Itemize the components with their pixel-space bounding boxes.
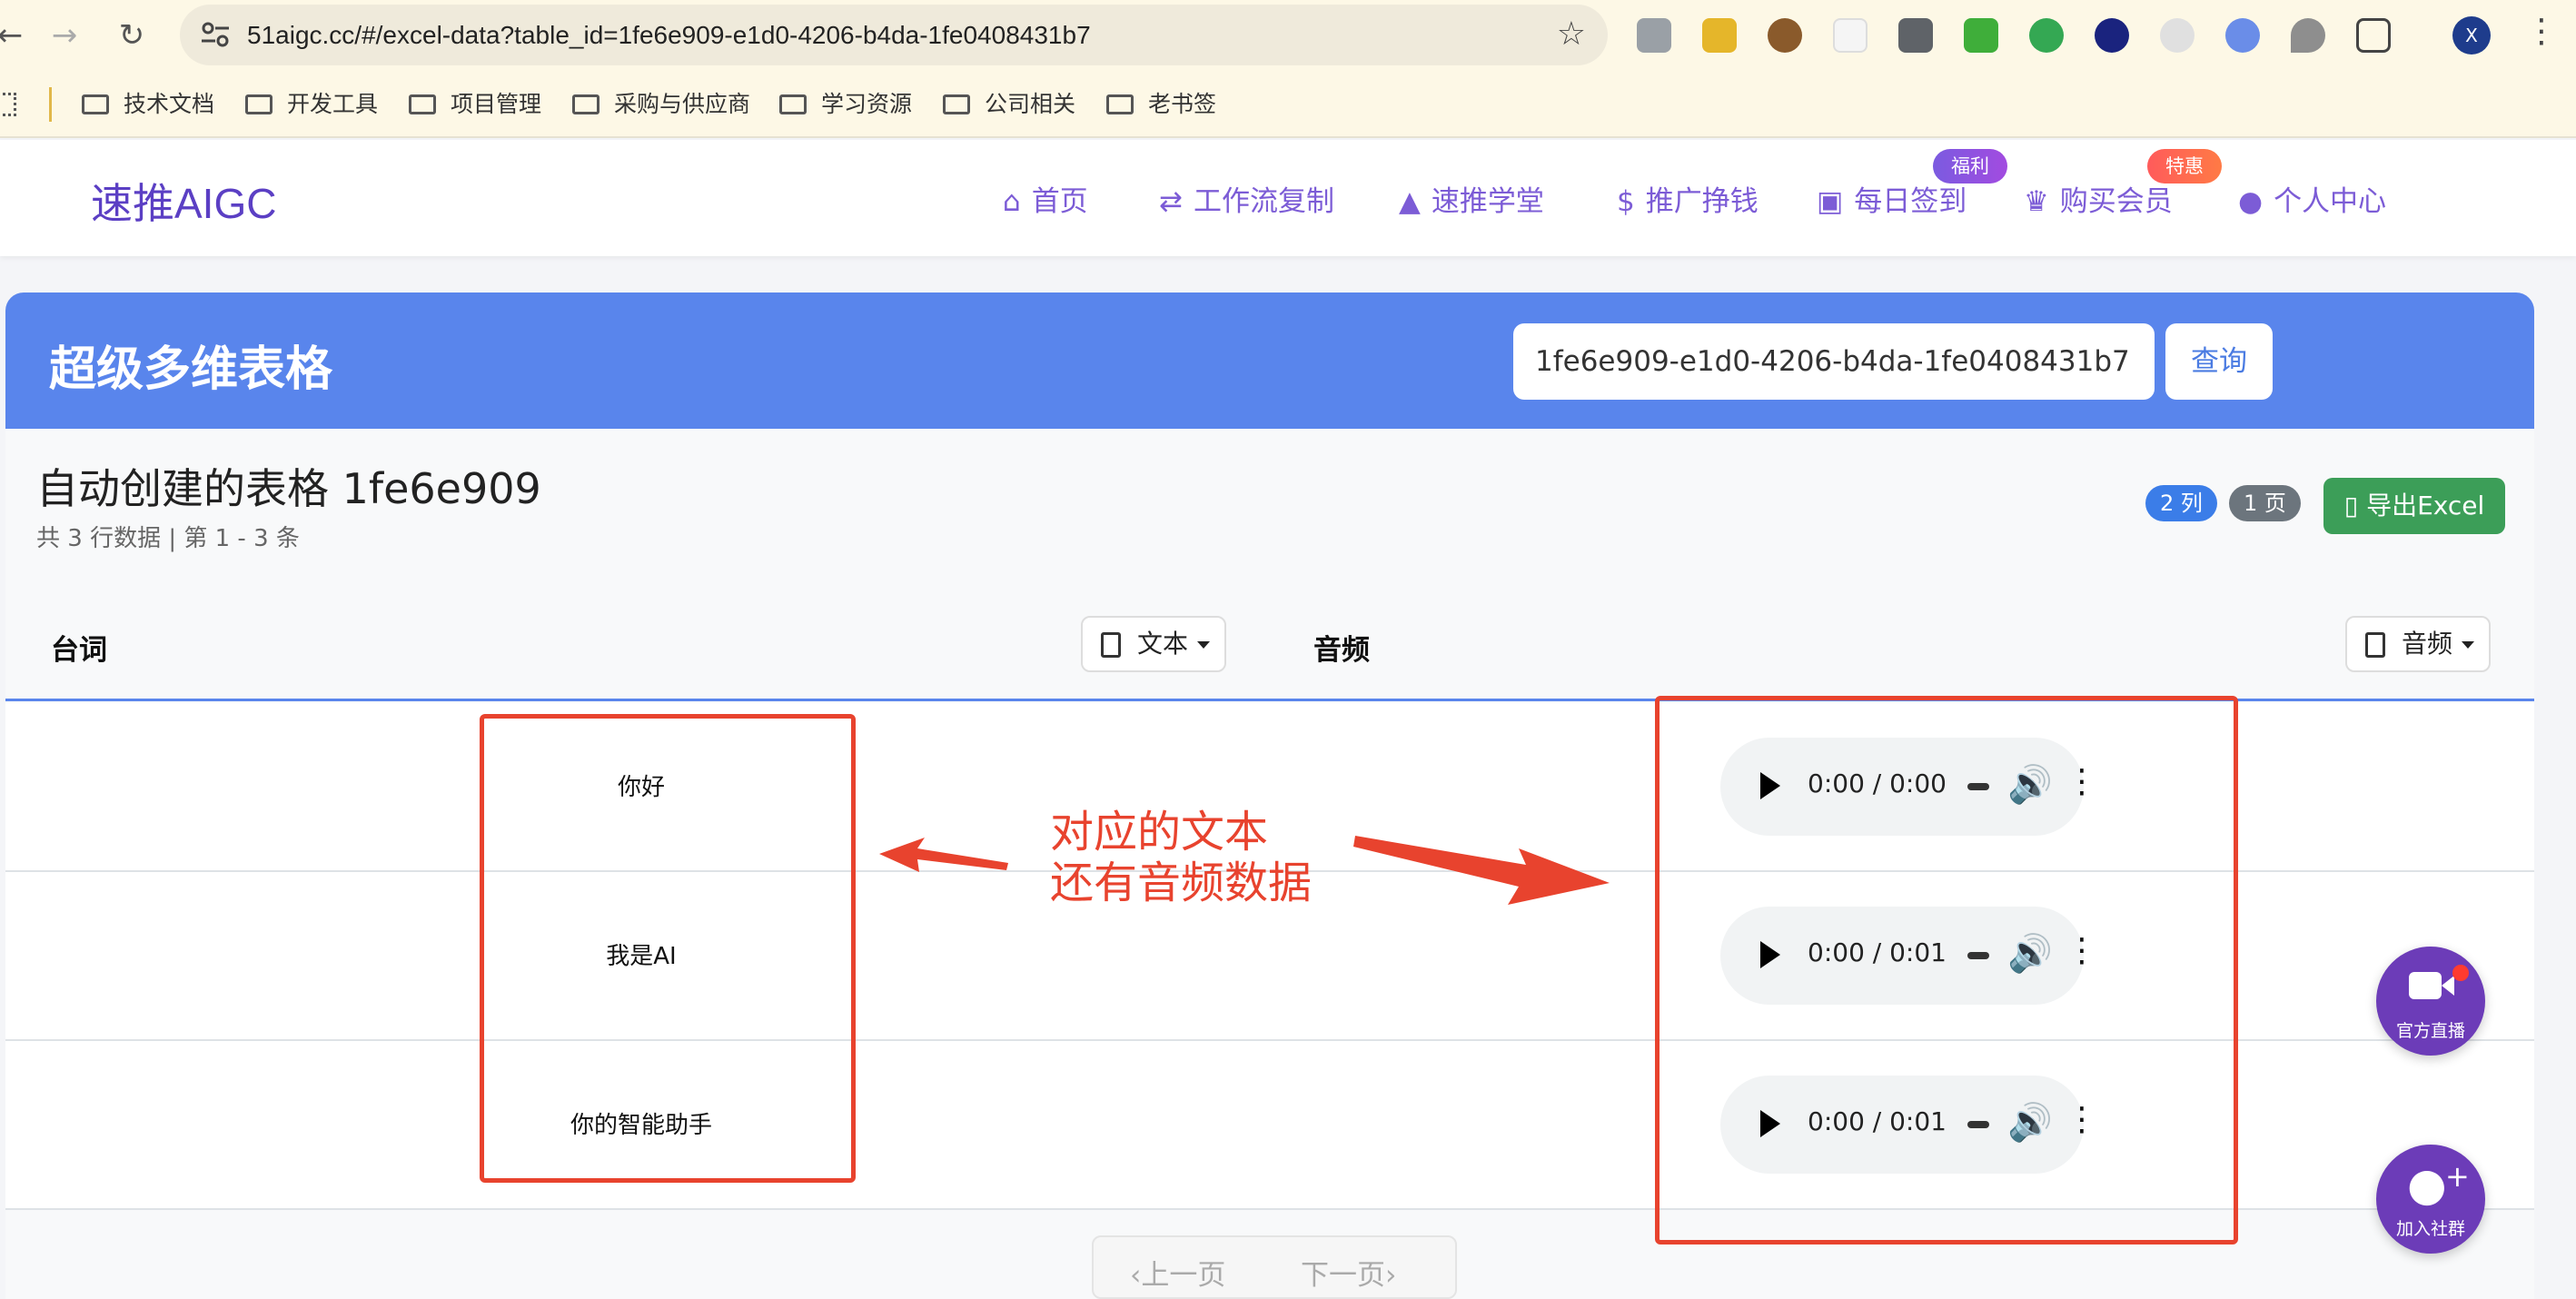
caret-down-icon	[2462, 641, 2475, 649]
banner-title: 超级多维表格	[49, 342, 333, 397]
folder-icon	[82, 94, 109, 114]
graduation-cap-icon: ▲	[1399, 185, 1421, 218]
swap-arrows-icon: ⇄	[1159, 185, 1183, 218]
welfare-badge: 福利	[1933, 149, 2007, 183]
prev-page-button[interactable]: ‹上一页	[1130, 1252, 1225, 1293]
nav-profile[interactable]: ● 个人中心	[2238, 178, 2386, 219]
live-indicator-dot	[2452, 965, 2469, 981]
apps-grid-icon[interactable]	[0, 93, 16, 116]
column-header-audio: 音频	[1313, 634, 1370, 667]
dark-extension-icon[interactable]	[2095, 18, 2129, 53]
site-settings-icon[interactable]	[200, 19, 231, 50]
target-extension-icon[interactable]	[2160, 18, 2195, 53]
address-bar[interactable]: 51aigc.cc/#/excel-data?table_id=1fe6e909…	[180, 5, 1608, 65]
bookmark-folder[interactable]: 技术文档	[82, 87, 214, 122]
v-extension-icon[interactable]	[2291, 18, 2325, 53]
forward-arrow-icon[interactable]: →	[42, 13, 87, 58]
back-arrow-icon[interactable]: ←	[0, 13, 33, 58]
fox-extension-icon[interactable]	[1702, 18, 1737, 53]
nav-promote[interactable]: $ 推广挣钱	[1617, 178, 1759, 219]
table-id-input[interactable]	[1513, 323, 2155, 400]
site-header: 速推AIGC ⌂ 首页 ⇄ 工作流复制 ▲ 速推学堂 $ 推广挣钱 ▣ 每日签到 福利 ♛…	[0, 140, 2576, 256]
bookmarks-separator	[49, 87, 52, 122]
join-community-button[interactable]: ● + 加入社群	[2376, 1145, 2485, 1254]
query-button[interactable]: 查询	[2165, 323, 2273, 400]
bookmark-folder[interactable]: 采购与供应商	[572, 87, 750, 122]
reload-icon[interactable]: ↻	[109, 13, 154, 58]
add-user-icon: ●	[2407, 1158, 2447, 1211]
next-page-button[interactable]: 下一页›	[1301, 1252, 1396, 1293]
nav-workflow-copy[interactable]: ⇄ 工作流复制	[1159, 178, 1334, 219]
folder-icon	[943, 94, 970, 114]
discount-badge: 特惠	[2147, 149, 2222, 183]
table-title: 自动创建的表格 1fe6e909	[36, 464, 541, 513]
nav-academy[interactable]: ▲ 速推学堂	[1399, 178, 1544, 219]
folder-icon	[409, 94, 436, 114]
document-icon	[1101, 632, 1121, 658]
excel-file-icon: ▯	[2343, 491, 2367, 521]
folder-icon	[779, 94, 807, 114]
blank-extension-icon[interactable]	[1833, 18, 1868, 53]
live-stream-button[interactable]: 官方直播	[2376, 947, 2485, 1056]
left-arrow-icon	[879, 838, 1008, 872]
site-logo[interactable]: 速推AIGC	[91, 171, 276, 231]
calendar-check-icon: ▣	[1817, 185, 1844, 218]
bookmark-folder[interactable]: 学习资源	[779, 87, 912, 122]
highlight-audio-column	[1655, 696, 2238, 1244]
table-banner: 超级多维表格 查询	[5, 293, 2534, 429]
folder-icon	[1106, 94, 1134, 114]
plus-icon: +	[2445, 1159, 2470, 1194]
user-icon: ●	[2238, 185, 2264, 218]
column-header-lines: 台词	[51, 634, 107, 667]
nav-buy-membership[interactable]: ♛ 购买会员	[2024, 178, 2173, 219]
columns-badge: 2 列	[2145, 485, 2217, 521]
table-header: 台词 文本 音频 音频	[5, 592, 2534, 701]
video-camera-icon	[2409, 972, 2442, 999]
bookmarks-bar: 技术文档 开发工具 项目管理 采购与供应商 学习资源 公司相关 老书签	[0, 71, 2576, 138]
caret-down-icon	[1197, 641, 1211, 649]
browser-menu-icon[interactable]: ⋮	[2525, 13, 2558, 50]
profile-avatar[interactable]: X	[2452, 16, 2491, 55]
crown-icon: ♛	[2024, 185, 2049, 218]
nav-home[interactable]: ⌂ 首页	[1003, 178, 1088, 219]
bookmark-star-icon[interactable]: ☆	[1557, 15, 1586, 53]
search-extension-icon[interactable]	[2225, 18, 2260, 53]
video-camera-lens	[2442, 976, 2454, 996]
bookmark-folder[interactable]: 老书签	[1106, 87, 1216, 122]
bookmark-folder[interactable]: 公司相关	[943, 87, 1075, 122]
folder-icon	[572, 94, 599, 114]
copy-extension-icon[interactable]	[1898, 18, 1933, 53]
music-note-icon	[2365, 632, 2385, 658]
grid-extension-icon[interactable]	[1964, 18, 1998, 53]
export-excel-button[interactable]: ▯ 导出Excel	[2323, 478, 2505, 534]
puzzle-extensions-icon[interactable]	[2356, 18, 2391, 53]
column-type-dropdown-text[interactable]: 文本	[1081, 616, 1226, 672]
annotation-arrows	[879, 836, 1610, 905]
green-extension-icon[interactable]	[2029, 18, 2064, 53]
right-arrow-icon	[1353, 836, 1610, 905]
cookie-extension-icon[interactable]	[1768, 18, 1802, 53]
camera-extension-icon[interactable]	[1637, 18, 1671, 53]
pages-badge: 1 页	[2229, 485, 2301, 521]
url-text: 51aigc.cc/#/excel-data?table_id=1fe6e909…	[247, 21, 1091, 49]
highlight-text-column	[480, 714, 856, 1183]
browser-toolbar: ← → ↻ 51aigc.cc/#/excel-data?table_id=1f…	[0, 0, 2576, 71]
folder-icon	[245, 94, 272, 114]
bookmark-folder[interactable]: 项目管理	[409, 87, 541, 122]
home-icon: ⌂	[1003, 185, 1021, 218]
pagination: ‹上一页 下一页›	[1092, 1235, 1457, 1299]
dollar-icon: $	[1617, 185, 1635, 218]
bookmark-folder[interactable]: 开发工具	[245, 87, 378, 122]
table-row-count: 共 3 行数据 | 第 1 - 3 条	[36, 525, 300, 552]
nav-daily-checkin[interactable]: ▣ 每日签到	[1817, 178, 1967, 219]
column-type-dropdown-audio[interactable]: 音频	[2345, 616, 2491, 672]
